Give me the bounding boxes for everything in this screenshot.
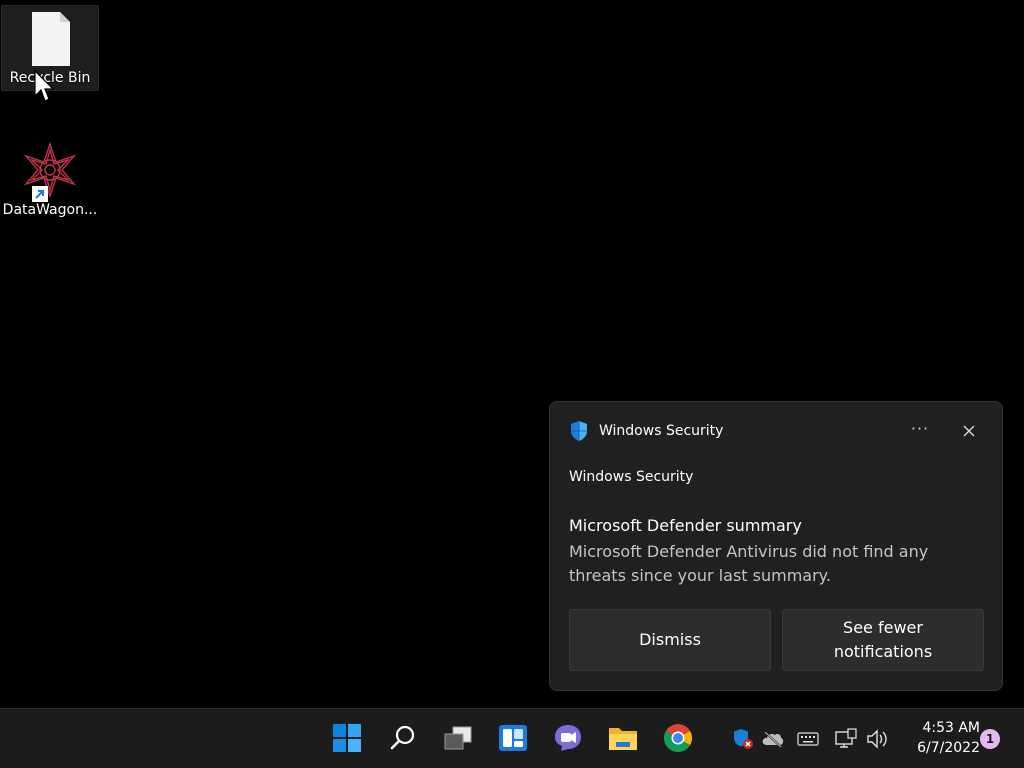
- desktop-icon-datawagon[interactable]: DataWagon...: [1, 138, 99, 224]
- widgets-icon[interactable]: [496, 721, 530, 755]
- taskbar: 4:53 AM 6/7/2022 1: [0, 708, 1024, 768]
- datawagon-app-icon: [22, 141, 78, 202]
- start-icon[interactable]: [330, 721, 364, 755]
- network-icon[interactable]: [834, 727, 858, 751]
- task-view-icon[interactable]: [441, 721, 475, 755]
- mouse-cursor-icon: [34, 70, 55, 102]
- close-icon[interactable]: [958, 420, 980, 442]
- more-options-icon[interactable]: ···: [908, 420, 932, 442]
- onedrive-icon[interactable]: [761, 727, 785, 751]
- see-fewer-notifications-button[interactable]: See fewer notifications: [782, 609, 984, 671]
- toast-title: Microsoft Defender summary: [569, 516, 802, 535]
- chrome-icon[interactable]: [661, 721, 695, 755]
- toast-body: Microsoft Defender Antivirus did not fin…: [569, 542, 929, 585]
- recycle-bin-icon: [22, 10, 78, 66]
- see-fewer-notifications-label: See fewer notifications: [833, 618, 933, 661]
- volume-icon[interactable]: [866, 727, 890, 751]
- toast-app-name: Windows Security: [599, 423, 724, 439]
- keyboard-icon[interactable]: [796, 727, 820, 751]
- chat-icon[interactable]: [551, 721, 585, 755]
- shortcut-arrow-icon: [32, 186, 48, 202]
- notification-toast[interactable]: Windows Security ··· Windows Security Mi…: [549, 401, 1003, 691]
- search-icon[interactable]: [386, 721, 420, 755]
- file-explorer-icon[interactable]: [606, 721, 640, 755]
- windows-security-icon[interactable]: [731, 727, 755, 751]
- clock-time: 4:53 AM: [922, 720, 980, 736]
- dismiss-button[interactable]: Dismiss: [569, 609, 771, 671]
- toast-source: Windows Security: [569, 469, 694, 485]
- windows-security-shield-icon: [571, 421, 587, 441]
- desktop-icon-label: DataWagon...: [2, 202, 98, 218]
- notification-count-badge[interactable]: 1: [980, 729, 1000, 749]
- clock[interactable]: 4:53 AM 6/7/2022: [900, 718, 980, 758]
- clock-date: 6/7/2022: [917, 740, 980, 756]
